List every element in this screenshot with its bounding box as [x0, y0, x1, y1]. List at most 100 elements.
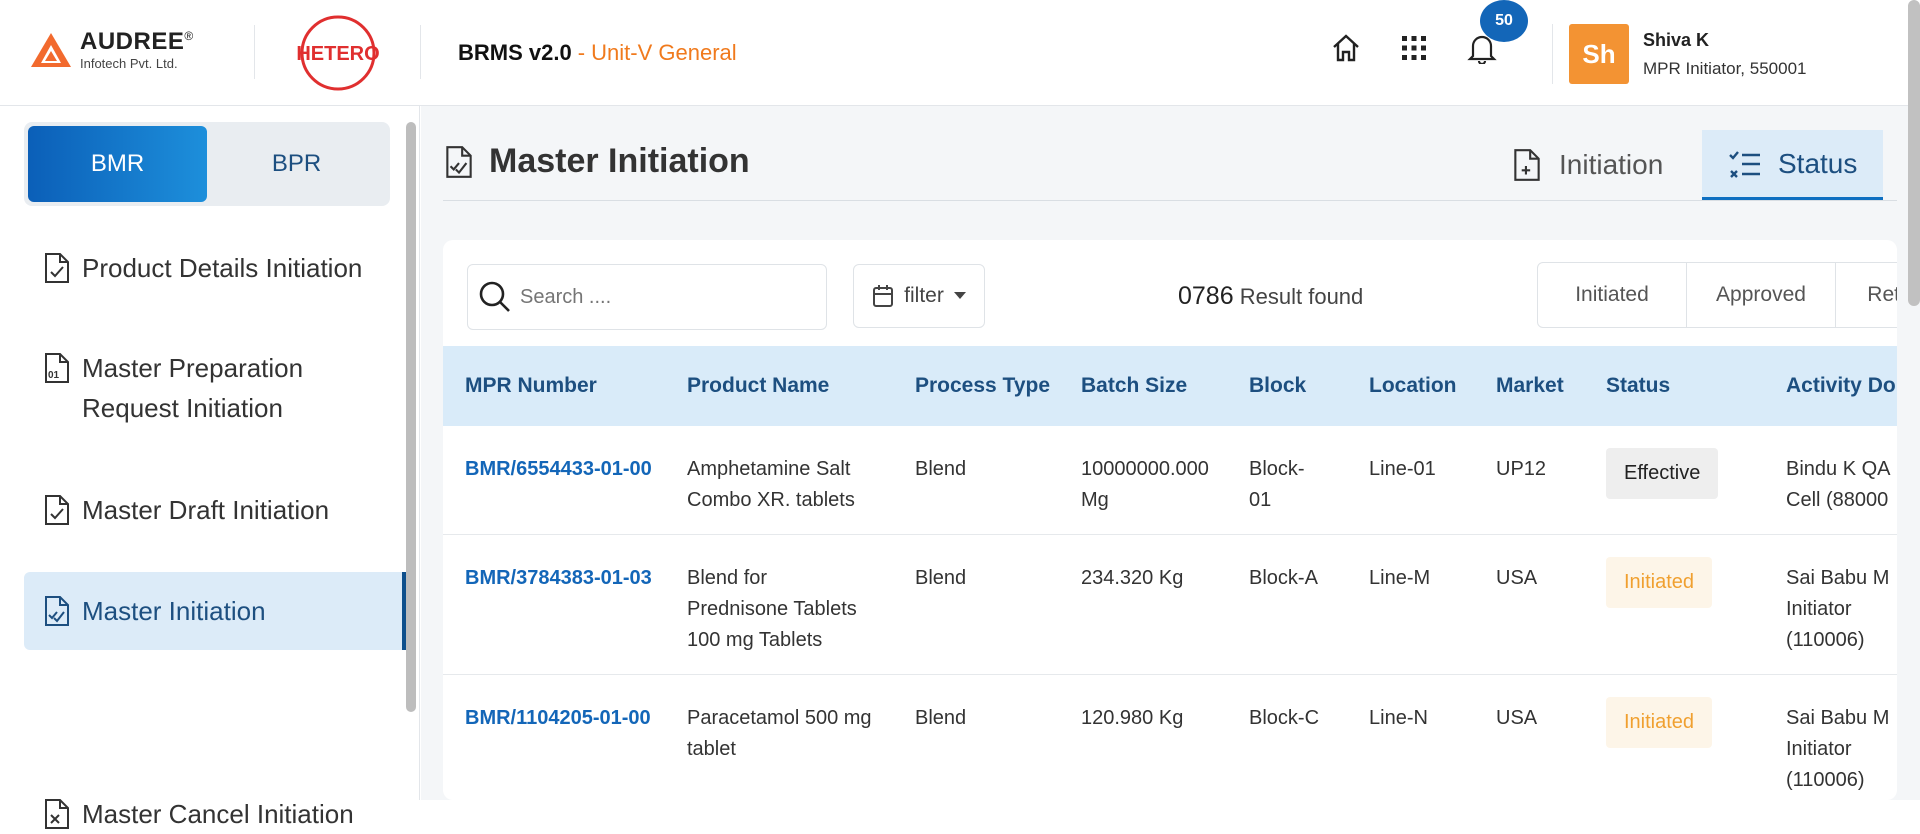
column-header[interactable]: Location — [1347, 346, 1474, 426]
document-check-icon — [42, 248, 72, 288]
company-name: AUDREE® — [80, 28, 194, 55]
result-summary: 0786 Result found — [1178, 282, 1363, 311]
location-cell: Line-N — [1347, 674, 1474, 800]
user-role: MPR Initiator, 550001 — [1643, 58, 1807, 78]
market-cell: USA — [1474, 674, 1584, 800]
result-label: Result found — [1239, 284, 1364, 309]
mpr-number-link[interactable]: BMR/3784383-01-03 — [443, 534, 665, 675]
user-profile[interactable]: Sh Shiva K MPR Initiator, 550001 — [1552, 24, 1806, 84]
column-header[interactable]: Market — [1474, 346, 1584, 426]
search-icon — [479, 281, 510, 312]
column-header[interactable]: Activity Do — [1764, 346, 1897, 426]
block-cell: Block- 01 — [1227, 426, 1347, 535]
user-name: Shiva K — [1643, 29, 1710, 50]
apps-grid-icon[interactable] — [1396, 30, 1432, 66]
table-row[interactable]: BMR/1104205-01-00 Paracetamol 500 mg tabl… — [443, 674, 1897, 800]
status-filter-initiated[interactable]: Initiated — [1538, 263, 1687, 327]
sidebar-item-product-details-initiation[interactable]: Product Details Initiation — [24, 248, 408, 288]
column-header[interactable]: Block — [1227, 346, 1347, 426]
tab-initiation[interactable]: Initiation — [1485, 130, 1689, 200]
status-cell: Effective — [1584, 426, 1764, 535]
tab-status[interactable]: Status — [1702, 130, 1884, 200]
calendar-icon — [873, 285, 894, 307]
hetero-logo: HETERO — [296, 15, 380, 91]
toggle-bmr[interactable]: BMR — [28, 126, 207, 202]
sidebar-item-master-cancel-initiation[interactable]: Master Cancel Initiation — [24, 794, 408, 834]
process-type-cell: Blend — [893, 426, 1059, 535]
market-cell: USA — [1474, 534, 1584, 675]
svg-text:01: 01 — [48, 370, 60, 381]
sidebar-item-master-initiation[interactable]: Master Initiation — [24, 572, 408, 650]
page-scrollbar[interactable] — [1908, 0, 1920, 306]
result-count: 0786 — [1178, 282, 1234, 310]
svg-text:HETERO: HETERO — [296, 43, 379, 65]
activity-cell: Sai Babu M Initiator (110006) — [1764, 674, 1897, 800]
table-header-row: MPR Number Product Name Process Type Bat… — [443, 346, 1897, 426]
process-type-cell: Blend — [893, 674, 1059, 800]
sidebar: BMR BPR Product Details Initiation 01 Ma… — [0, 106, 420, 829]
batch-size-cell: 234.320 Kg — [1059, 534, 1227, 675]
product-name-cell: Blend for Prednisone Tablets 100 mg Tablet… — [665, 534, 893, 675]
location-cell: Line-M — [1347, 534, 1474, 675]
product-name-cell: Paracetamol 500 mg tablet — [665, 674, 893, 800]
column-header[interactable]: MPR Number — [443, 346, 665, 426]
results-card: filter 0786 Result found Initiated Appro… — [443, 240, 1897, 800]
column-header[interactable]: Batch Size — [1059, 346, 1227, 426]
activity-cell: Bindu K QA Cell (88000 — [1764, 426, 1897, 535]
table-row[interactable]: BMR/3784383-01-03 Blend for Prednisone Ta… — [443, 534, 1897, 675]
page-title: Master Initiation — [443, 142, 750, 181]
filter-button[interactable]: filter — [853, 264, 985, 328]
document-cancel-icon — [42, 794, 72, 834]
checklist-icon — [1729, 150, 1760, 178]
mpr-table: MPR Number Product Name Process Type Bat… — [443, 346, 1897, 800]
block-cell: Block-A — [1227, 534, 1347, 675]
table-row[interactable]: BMR/6554433-01-00 Amphetamine Salt Combo … — [443, 426, 1897, 535]
record-type-toggle: BMR BPR — [24, 122, 390, 206]
process-type-cell: Blend — [893, 534, 1059, 675]
block-cell: Block-C — [1227, 674, 1347, 800]
search-input[interactable] — [520, 285, 820, 309]
caret-down-icon — [953, 292, 966, 299]
column-header[interactable]: Status — [1584, 346, 1764, 426]
search-box[interactable] — [467, 264, 827, 330]
product-name-cell: Amphetamine Salt Combo XR. tablets — [665, 426, 893, 535]
audree-logo[interactable]: AUDREE® Infotech Pvt. Ltd. — [30, 30, 194, 70]
status-filter-returned[interactable]: Returned — [1836, 263, 1897, 327]
document-double-check-icon — [446, 145, 472, 178]
mpr-number-link[interactable]: BMR/1104205-01-00 — [443, 674, 665, 800]
company-subtitle: Infotech Pvt. Ltd. — [80, 56, 178, 71]
status-badge: Effective — [1606, 448, 1719, 499]
sidebar-item-label: Master Preparation — [82, 353, 304, 383]
document-double-check-icon — [42, 591, 72, 631]
notification-badge[interactable]: 50 — [1480, 0, 1528, 42]
toggle-bpr[interactable]: BPR — [207, 126, 386, 202]
app-title: BRMS v2.0- Unit-V General — [458, 40, 737, 65]
batch-size-cell: 120.980 Kg — [1059, 674, 1227, 800]
column-header[interactable]: Process Type — [893, 346, 1059, 426]
column-header[interactable]: Product Name — [665, 346, 893, 426]
sidebar-item-label: Product Details Initiation — [82, 253, 363, 283]
audree-logo-icon — [31, 33, 71, 67]
sidebar-item-label: Master Initiation — [82, 596, 266, 626]
avatar: Sh — [1569, 24, 1629, 84]
sidebar-item-label-line2: Request Initiation — [82, 393, 283, 423]
app-header: AUDREE® Infotech Pvt. Ltd. HETERO BRMS v… — [0, 0, 1920, 106]
market-cell: UP12 — [1474, 426, 1584, 535]
mpr-number-link[interactable]: BMR/6554433-01-00 — [443, 426, 665, 535]
header-divider — [254, 25, 255, 79]
status-cell: Initiated — [1584, 534, 1764, 675]
document-check-icon — [42, 490, 72, 530]
document-binary-icon: 01 — [42, 348, 72, 388]
header-divider — [420, 25, 421, 79]
status-filter-group: Initiated Approved Returned — [1537, 262, 1897, 328]
sidebar-item-label: Master Cancel Initiation — [82, 799, 354, 829]
batch-size-cell: 10000000.000 Mg — [1059, 426, 1227, 535]
sidebar-item-master-draft-initiation[interactable]: Master Draft Initiation — [24, 490, 408, 530]
sidebar-scrollbar[interactable] — [406, 122, 416, 712]
sidebar-item-master-preparation-request[interactable]: 01 Master Preparation Request Initiation — [24, 348, 408, 428]
main-content: Master Initiation Initiation Status filt… — [421, 106, 1920, 800]
status-badge: Initiated — [1606, 557, 1713, 608]
home-icon[interactable] — [1328, 30, 1364, 66]
status-filter-approved[interactable]: Approved — [1687, 263, 1836, 327]
document-add-icon — [1514, 149, 1540, 181]
